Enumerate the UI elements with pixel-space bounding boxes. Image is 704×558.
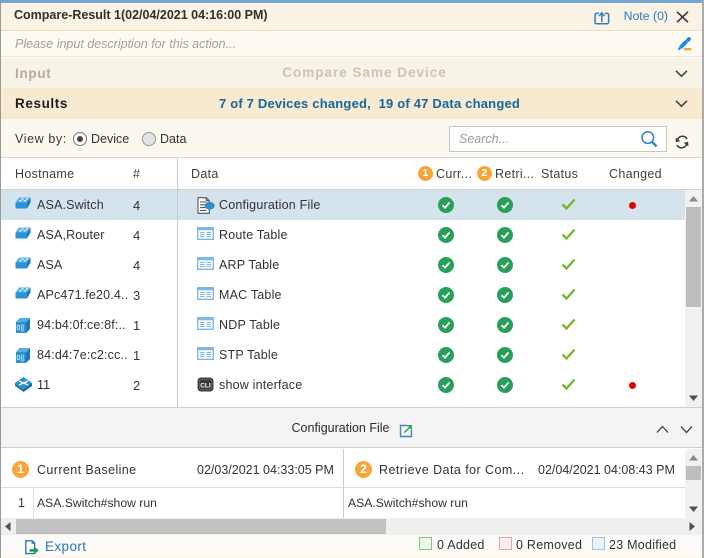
svg-text:CLI: CLI: [200, 382, 211, 389]
svg-text:0||: 0||: [17, 355, 25, 362]
svg-text:0||: 0||: [17, 325, 25, 332]
